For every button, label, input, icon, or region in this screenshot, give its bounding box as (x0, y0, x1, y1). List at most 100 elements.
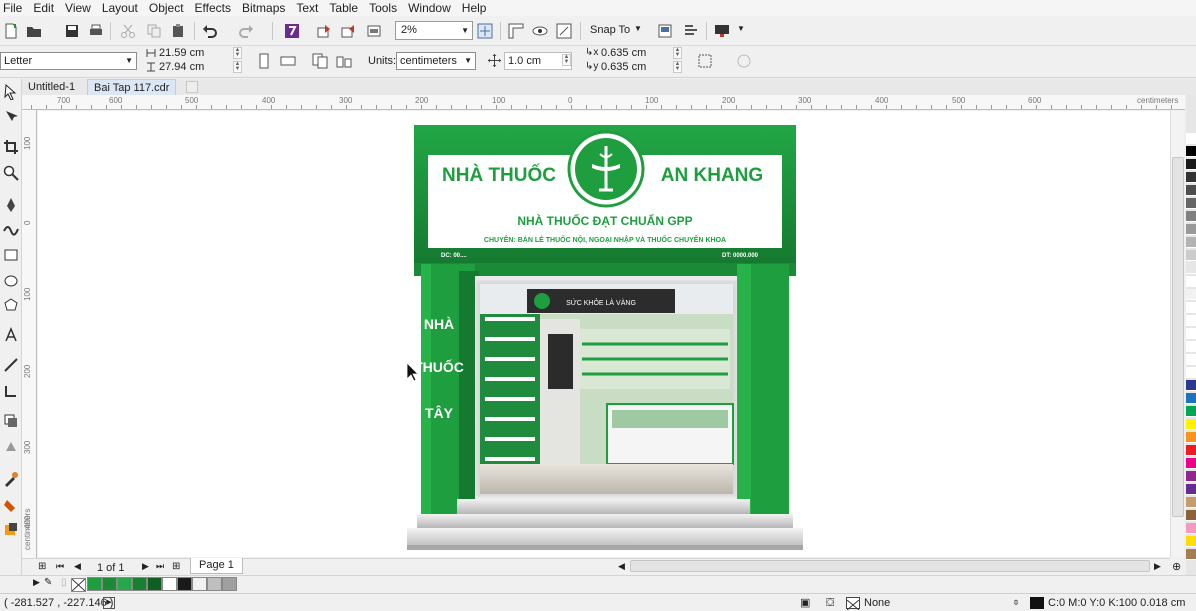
nudge-spinner[interactable]: ▲ ▼ (562, 54, 571, 66)
undo-icon[interactable] (202, 23, 218, 39)
application-launcher-icon[interactable] (683, 23, 699, 39)
duplicate-y-field[interactable]: 0.635 cm (601, 61, 646, 73)
units-arrow-icon[interactable]: ▼ (464, 53, 472, 69)
menu-item-bitmaps[interactable]: Bitmaps (238, 0, 292, 16)
document-palette-swatch[interactable] (102, 577, 117, 591)
welcome-arrow-icon[interactable]: ▼ (737, 24, 745, 33)
palette-swatch[interactable] (1186, 354, 1196, 365)
rectangle-tool-icon[interactable] (3, 247, 19, 263)
paste-icon[interactable] (170, 23, 186, 39)
open-folder-icon[interactable] (26, 23, 42, 39)
menu-item-object[interactable]: Object (145, 0, 191, 16)
landscape-icon[interactable] (280, 53, 296, 69)
insert-page-after-icon[interactable]: ⊞ (172, 561, 180, 572)
menu-item-help[interactable]: Help (458, 0, 494, 16)
palette-swatch[interactable] (1186, 328, 1196, 339)
lock-toolbar-icon[interactable] (736, 53, 752, 69)
palette-swatch[interactable] (1186, 458, 1196, 469)
pick-tool-icon[interactable] (3, 84, 19, 100)
menu-item-tools[interactable]: Tools (365, 0, 404, 16)
copy-icon[interactable] (146, 23, 162, 39)
all-pages-icon[interactable] (312, 53, 328, 69)
horizontal-ruler[interactable]: centimeters 700 600 500 400 300 200 100 0 100 200… (22, 95, 1185, 110)
palette-swatch[interactable] (1186, 185, 1196, 196)
tab-untitled-1[interactable]: Untitled-1 (22, 79, 81, 95)
zoom-dropdown-arrow-icon[interactable]: ▼ (461, 22, 469, 39)
duplicate-x-field[interactable]: 0.635 cm (601, 47, 646, 59)
palette-swatch[interactable] (1186, 523, 1196, 534)
palette-swatch[interactable] (1186, 510, 1196, 521)
treat-as-filled-icon[interactable] (697, 53, 713, 69)
vertical-scroll-thumb[interactable] (1172, 157, 1184, 517)
previous-page-icon[interactable]: ◀ (74, 561, 81, 572)
document-palette-swatch[interactable] (132, 577, 147, 591)
zoom-corner-icon[interactable]: ⊕ (1172, 560, 1181, 573)
palette-swatch[interactable] (1186, 250, 1196, 261)
palette-swatch[interactable] (1186, 536, 1196, 547)
text-tool-icon[interactable] (3, 327, 19, 343)
palette-swatch[interactable] (1186, 302, 1196, 313)
document-palette-swatch[interactable] (147, 577, 162, 591)
print-icon[interactable] (88, 23, 104, 39)
vertical-ruler[interactable]: centimeters 100 0 100 200 300 400 (22, 110, 37, 558)
palette-swatch[interactable] (1186, 484, 1196, 495)
document-palette-swatch[interactable] (177, 577, 192, 591)
fill-none-swatch[interactable] (846, 597, 860, 611)
outline-color-swatch[interactable] (1030, 597, 1044, 609)
menu-item-table[interactable]: Table (325, 0, 365, 16)
eyedropper-small-icon[interactable]: ✎ (44, 577, 52, 588)
shape-tool-icon[interactable] (3, 109, 19, 125)
freehand-tool-icon[interactable] (3, 197, 19, 213)
last-page-icon[interactable]: ⏭ (156, 561, 164, 572)
polygon-tool-icon[interactable] (3, 297, 19, 313)
insert-page-before-icon[interactable]: ⊞ (38, 561, 46, 572)
doc-palette-arrow-icon[interactable]: ▶ (33, 577, 40, 588)
palette-swatch[interactable] (1186, 172, 1196, 183)
horizontal-scroll-thumb[interactable] (630, 560, 1150, 572)
palette-swatch[interactable] (1186, 419, 1196, 430)
dup-x-spinner[interactable]: ▲ ▼ (673, 47, 682, 59)
palette-swatch[interactable] (1186, 237, 1196, 248)
palette-swatch[interactable] (1186, 406, 1196, 417)
ellipse-tool-icon[interactable] (3, 273, 19, 289)
palette-swatch[interactable] (1186, 315, 1196, 326)
snap-to-arrow-icon[interactable]: ▼ (634, 24, 642, 33)
tab-bai-tap-117[interactable]: Bai Tap 117.cdr (87, 79, 177, 95)
save-icon[interactable] (64, 23, 80, 39)
grid-icon[interactable] (556, 23, 572, 39)
height-spinner[interactable]: ▲ ▼ (233, 61, 242, 73)
options-icon[interactable] (657, 23, 673, 39)
menu-item-text[interactable]: Text (292, 0, 325, 16)
palette-swatch[interactable] (1186, 224, 1196, 235)
page-size-arrow-icon[interactable]: ▼ (125, 53, 133, 69)
page-size-select[interactable]: Letter ▼ (0, 52, 137, 70)
smart-fill-icon[interactable] (3, 521, 19, 537)
search-content-icon[interactable] (284, 23, 300, 39)
document-palette-swatch[interactable] (192, 577, 207, 591)
palette-swatch[interactable] (1186, 263, 1196, 274)
welcome-screen-icon[interactable] (714, 23, 730, 39)
palette-swatch[interactable] (1186, 146, 1196, 157)
parallel-dimension-icon[interactable] (3, 357, 19, 373)
eyedropper-icon[interactable] (3, 471, 19, 487)
portrait-icon[interactable] (256, 53, 272, 69)
new-tab-button[interactable] (186, 81, 198, 93)
scroll-left-icon[interactable]: ◀ (618, 561, 625, 572)
import-icon[interactable] (316, 23, 332, 39)
palette-swatch[interactable] (1186, 133, 1196, 144)
page-width-field[interactable]: 21.59 cm (159, 47, 204, 59)
first-page-icon[interactable]: ⏮ (56, 561, 64, 572)
document-palette-swatch[interactable] (162, 577, 177, 591)
zoom-level-field[interactable]: 2% ▼ (395, 21, 473, 40)
redo-icon[interactable] (238, 23, 254, 39)
menu-item-edit[interactable]: Edit (29, 0, 61, 16)
interactive-fill-icon[interactable] (3, 497, 19, 513)
document-palette-swatch[interactable] (87, 577, 102, 591)
palette-swatch[interactable] (1186, 341, 1196, 352)
vertical-scrollbar[interactable] (1170, 111, 1184, 557)
palette-swatch[interactable] (1186, 211, 1196, 222)
scroll-right-icon[interactable]: ▶ (1154, 561, 1161, 572)
palette-swatch[interactable] (1186, 276, 1196, 287)
new-document-icon[interactable] (3, 23, 19, 39)
palette-swatch[interactable] (1186, 198, 1196, 209)
